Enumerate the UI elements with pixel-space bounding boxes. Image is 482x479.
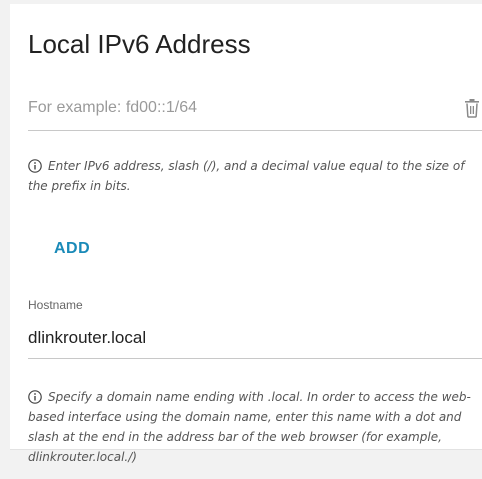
ipv6-hint: Enter IPv6 address, slash (/), and a dec… bbox=[28, 156, 480, 196]
hostname-hint: Specify a domain name ending with .local… bbox=[28, 387, 480, 467]
ipv6-address-field bbox=[28, 90, 482, 131]
info-icon bbox=[28, 390, 42, 404]
settings-card: Local IPv6 Address Enter IPv6 address, s… bbox=[10, 4, 482, 464]
info-icon bbox=[28, 159, 42, 173]
add-button[interactable]: ADD bbox=[54, 240, 90, 258]
ipv6-address-input[interactable] bbox=[28, 96, 448, 120]
ipv6-hint-text: Enter IPv6 address, slash (/), and a dec… bbox=[28, 159, 465, 193]
hostname-label: Hostname bbox=[28, 298, 83, 312]
hostname-field bbox=[28, 320, 482, 359]
hostname-hint-text: Specify a domain name ending with .local… bbox=[28, 390, 471, 464]
section-title: Local IPv6 Address bbox=[28, 29, 251, 59]
hostname-input[interactable] bbox=[28, 326, 468, 350]
trash-icon[interactable] bbox=[464, 98, 480, 118]
